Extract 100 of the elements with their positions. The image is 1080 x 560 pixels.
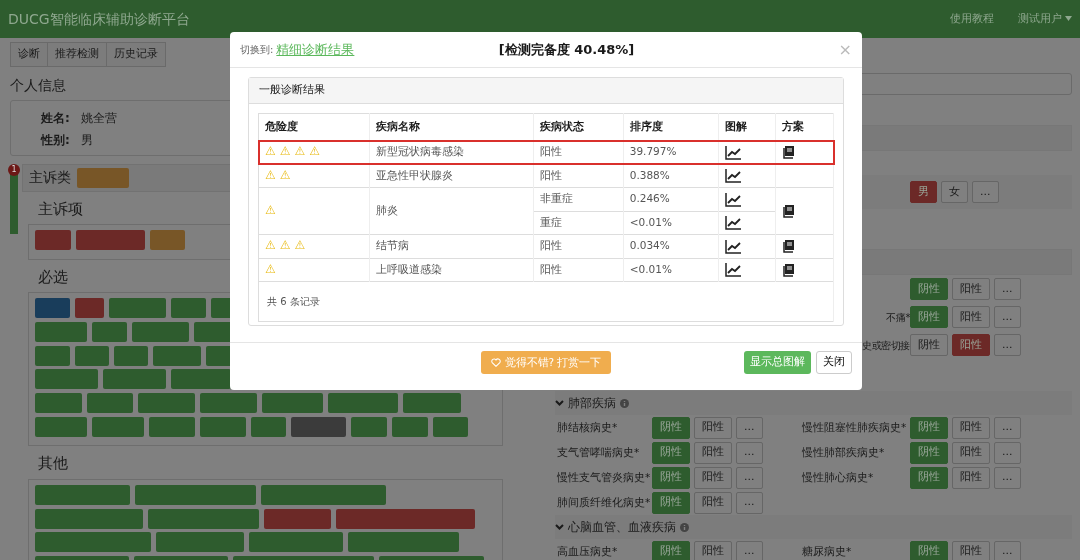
table-cell: 非重症 <box>533 187 624 211</box>
section-title: 主诉类 <box>29 168 71 187</box>
option-button[interactable]: 阴性 <box>910 466 948 489</box>
option-button[interactable]: 阳性 <box>952 466 990 489</box>
option-button[interactable]: 阳性 <box>952 441 990 464</box>
option-button[interactable]: ... <box>994 278 1021 300</box>
table-cell: <0.01% <box>623 211 719 235</box>
chart-icon[interactable] <box>724 238 742 254</box>
column-header: 疾病名称 <box>369 113 534 141</box>
tab[interactable]: 诊断 <box>10 42 48 67</box>
question-label: 不痛* <box>886 311 910 323</box>
heart-icon <box>490 358 501 367</box>
tab[interactable]: 历史记录 <box>106 42 166 67</box>
chart-icon[interactable] <box>724 144 742 160</box>
book-icon[interactable] <box>781 262 796 277</box>
option-button[interactable]: 阳性 <box>694 416 732 439</box>
question-label: 史或密切接 <box>862 339 910 351</box>
chart-icon[interactable] <box>724 215 742 231</box>
option-button[interactable]: 阴性 <box>910 306 948 328</box>
option-button[interactable]: ... <box>994 441 1021 464</box>
table-cell: 阳性 <box>533 140 624 164</box>
option-button[interactable]: 阴性 <box>910 278 948 300</box>
option-button[interactable]: ... <box>994 306 1021 328</box>
column-header: 疾病状态 <box>533 113 624 141</box>
option-button[interactable]: 阴性 <box>652 416 690 439</box>
chart-icon[interactable] <box>724 262 742 278</box>
option-button[interactable]: 阴性 <box>652 466 690 489</box>
record-count: 共 6 条记录 <box>266 295 321 309</box>
warning-icon: ⚠ <box>265 262 276 275</box>
subsection-title: 必选 <box>38 266 68 288</box>
option-button[interactable]: 阳性 <box>694 540 732 560</box>
option-button[interactable]: ... <box>736 416 763 439</box>
table-cell: 重症 <box>533 211 624 235</box>
option-button[interactable]: 阳性 <box>952 278 990 300</box>
option-button[interactable]: 阴性 <box>652 441 690 464</box>
question-label: 肺间质纤维化病史* <box>557 495 651 508</box>
option-button[interactable]: ... <box>736 491 763 514</box>
info-icon <box>620 398 629 408</box>
user-menu[interactable]: 测试用户 <box>1017 10 1072 28</box>
table-cell: 阳性 <box>533 258 624 282</box>
option-button[interactable]: ... <box>994 416 1021 439</box>
warning-icon: ⚠ <box>279 168 291 181</box>
option-button[interactable]: 阴性 <box>910 416 948 439</box>
field-label: 姓名: <box>41 109 71 127</box>
option-button[interactable]: ... <box>994 466 1021 489</box>
chart-icon[interactable] <box>724 191 742 207</box>
question-label: 慢性肺心病史* <box>802 470 874 483</box>
book-icon[interactable] <box>781 204 796 219</box>
brand-title[interactable]: DUCG智能临床辅助诊断平台 <box>8 8 190 30</box>
section-title: 肺部疾病 <box>568 395 616 412</box>
show-diagram-button[interactable]: 显示总图解 <box>744 351 811 374</box>
chart-icon[interactable] <box>724 168 742 184</box>
option-button[interactable]: 阳性 <box>952 416 990 439</box>
option-button[interactable]: 男 <box>910 181 937 203</box>
question-label: 慢性肺部疾病史* <box>802 445 885 458</box>
option-button[interactable]: ... <box>736 540 763 560</box>
field-value: 男 <box>81 132 93 147</box>
warning-icon: ⚠ <box>279 239 291 252</box>
info-icon <box>680 522 689 532</box>
column-header: 图解 <box>718 113 776 141</box>
option-button[interactable]: 阳性 <box>952 540 990 560</box>
close-button[interactable]: 关闭 <box>816 351 852 374</box>
option-button[interactable]: 阳性 <box>694 441 732 464</box>
table-cell: 新型冠状病毒感染 <box>369 140 534 164</box>
warning-icon: ⚠ <box>265 168 276 181</box>
warning-icon: ⚠ <box>265 145 276 158</box>
option-button[interactable]: 阴性 <box>910 334 948 356</box>
warning-icon: ⚠ <box>265 204 276 217</box>
option-button[interactable]: 阴性 <box>910 441 948 464</box>
option-button[interactable]: 阳性 <box>952 306 990 328</box>
option-button[interactable]: ... <box>994 540 1021 560</box>
option-button[interactable]: ... <box>972 181 999 203</box>
tag-button[interactable] <box>77 167 129 188</box>
option-button[interactable]: ... <box>736 441 763 464</box>
option-button[interactable]: 阴性 <box>652 491 690 514</box>
option-button[interactable]: 阴性 <box>910 540 948 560</box>
switch-label: 切换到: <box>240 43 274 57</box>
highlighted-row[interactable]: ⚠ ⚠ ⚠ ⚠ 新型冠状病毒感染 阳性 39.797% <box>258 140 834 164</box>
option-button[interactable]: 阴性 <box>652 540 690 560</box>
switch-link[interactable]: 精细诊断结果 <box>276 39 355 60</box>
table-cell: 阳性 <box>533 164 624 188</box>
question-label: 慢性支气管炎病史* <box>557 470 651 483</box>
field-value: 姚全营 <box>81 110 117 125</box>
book-icon[interactable] <box>781 239 796 254</box>
option-button[interactable]: 阳性 <box>694 491 732 514</box>
option-button[interactable]: ... <box>994 334 1021 356</box>
table-cell: 39.797% <box>623 140 719 164</box>
option-button[interactable]: 阳性 <box>694 466 732 489</box>
option-button[interactable]: ... <box>736 466 763 489</box>
option-button[interactable]: 阳性 <box>952 334 990 356</box>
side-handle[interactable] <box>10 173 18 234</box>
nav-link[interactable]: 使用教程 <box>949 10 994 28</box>
table-cell: 上呼吸道感染 <box>369 258 534 282</box>
column-header: 方案 <box>775 113 834 141</box>
question-label: 慢性阻塞性肺疾病史* <box>802 420 907 433</box>
table-cell: 肺炎 <box>369 187 534 235</box>
warning-icon: ⚠ <box>279 145 291 158</box>
book-icon[interactable] <box>781 145 796 160</box>
tab[interactable]: 推荐检测 <box>47 42 107 67</box>
option-button[interactable]: 女 <box>941 181 968 203</box>
